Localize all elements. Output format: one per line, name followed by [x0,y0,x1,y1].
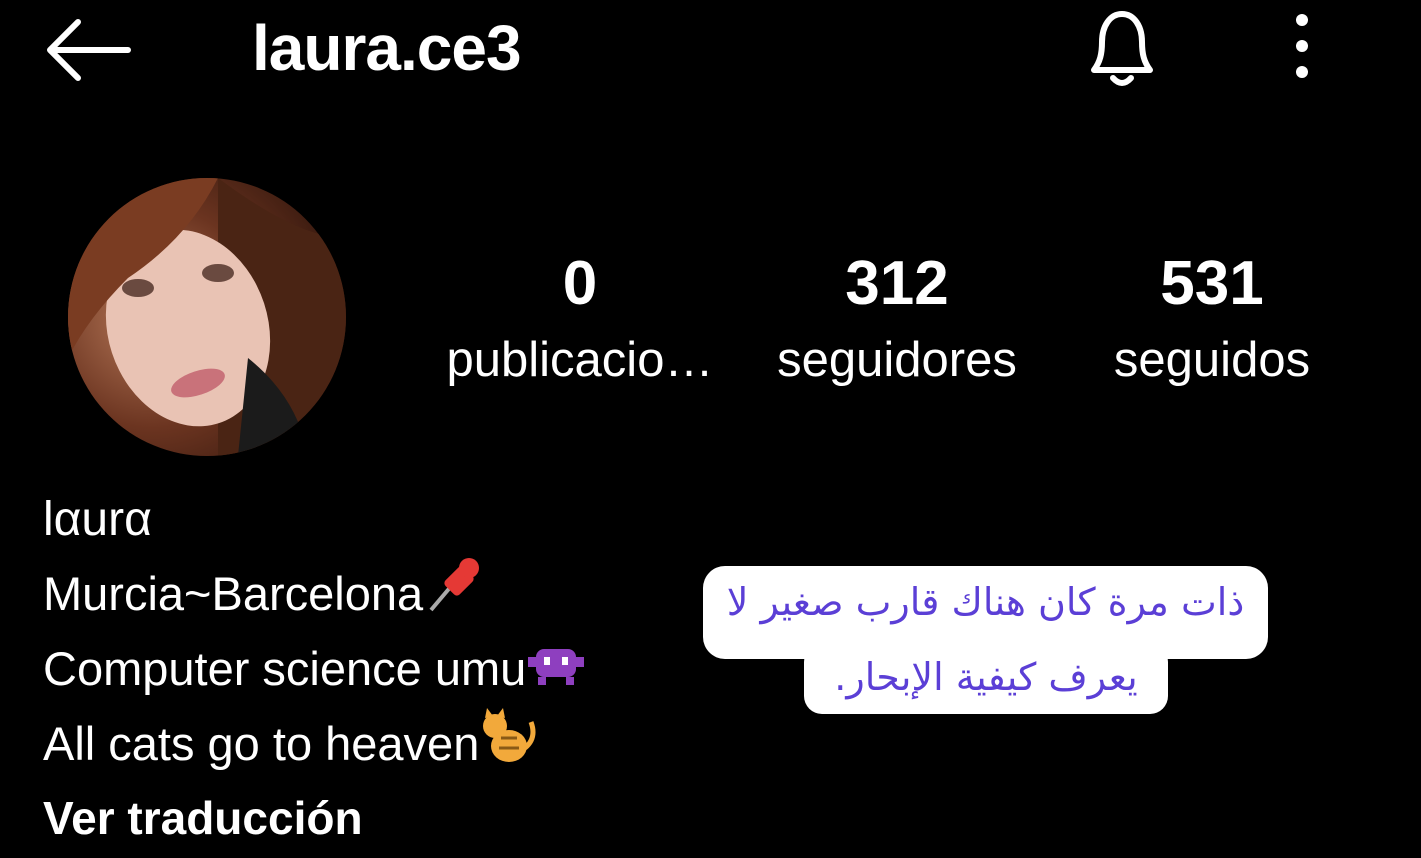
bell-icon [1091,11,1153,86]
caption-overlay-line-2: يعرف كيفية الإبحار. [834,655,1138,699]
profile-avatar[interactable] [68,178,346,456]
stat-posts[interactable]: 0 publicacio… [420,248,740,400]
stat-followers-label: seguidores [777,333,1017,387]
alien-monster-icon [526,637,586,708]
stat-following-count: 531 [1160,249,1264,318]
display-name: lαurα [43,493,152,546]
bio-line-cats: All cats go to heaven [43,708,586,783]
bio-line-location: Murcia~Barcelona [43,554,586,633]
bio-line-cats-text: All cats go to heaven [43,717,480,770]
more-options-button[interactable] [1276,10,1328,82]
stat-followers-count: 312 [845,249,949,318]
pushpin-icon [423,554,487,633]
more-vertical-icon [1296,14,1308,78]
arrow-left-icon [47,19,131,81]
back-button[interactable] [40,14,136,86]
stat-following-label: seguidos [1113,333,1311,387]
caption-overlay-line-1: ذات مرة كان هناك قارب صغير لا [726,580,1245,624]
stat-posts-label: publicacio… [446,333,714,387]
bio-line-study: Computer science umu [43,633,586,708]
profile-username: laura.ce3 [252,12,522,84]
bio-line-location-text: Murcia~Barcelona [43,567,424,620]
cat-icon [479,708,539,783]
bio-line-study-text: Computer science umu [43,642,527,695]
see-translation-link[interactable]: Ver traducción [43,783,586,853]
stat-following[interactable]: 531 seguidos [1052,248,1372,400]
top-bar: laura.ce3 [0,0,1421,100]
stat-followers[interactable]: 312 seguidores [737,248,1057,400]
profile-bio: lαurα Murcia~Barcelona Computer science … [43,490,586,853]
stat-posts-count: 0 [562,249,598,318]
notifications-button[interactable] [1080,4,1164,92]
